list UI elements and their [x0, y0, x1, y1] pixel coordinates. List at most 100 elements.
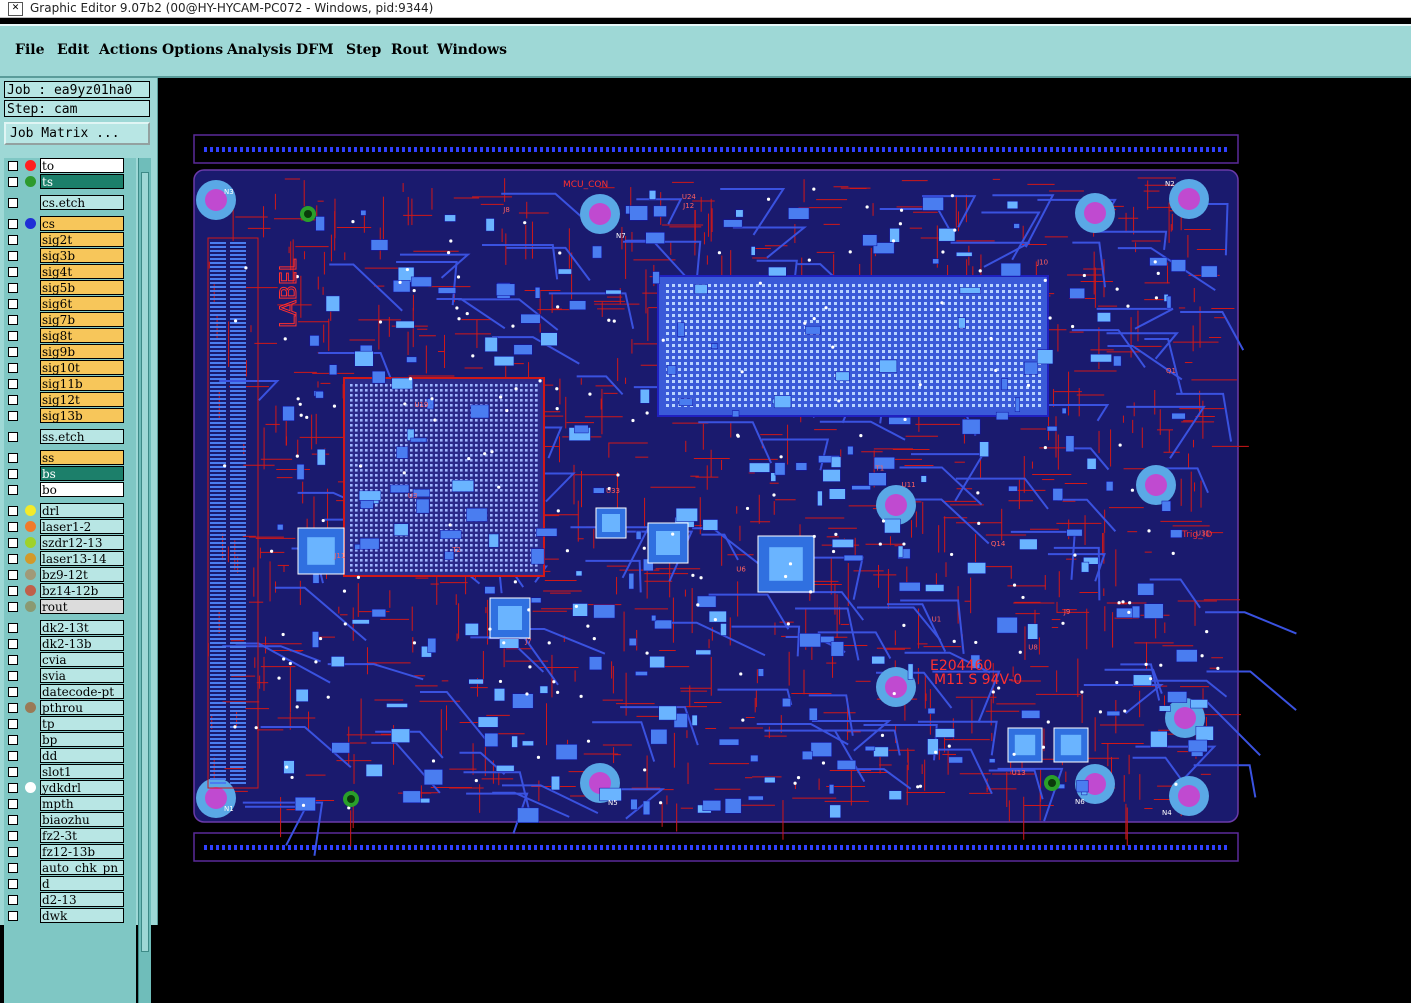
- layer-row-dk2-13b[interactable]: dk2-13b: [4, 636, 136, 652]
- layer-row-laser13-14[interactable]: laser13-14: [4, 551, 136, 567]
- job-matrix-button[interactable]: Job Matrix ...: [4, 122, 150, 145]
- layer-checkbox[interactable]: [8, 379, 18, 389]
- layer-row-sig8t[interactable]: sig8t: [4, 328, 136, 344]
- layer-checkbox[interactable]: [8, 395, 18, 405]
- layer-checkbox[interactable]: [8, 783, 18, 793]
- layer-row-sig5b[interactable]: sig5b: [4, 280, 136, 296]
- layer-name[interactable]: dk2-13t: [40, 620, 124, 635]
- menu-actions[interactable]: Actions: [99, 42, 158, 58]
- layer-checkbox[interactable]: [8, 235, 18, 245]
- layer-row-ss[interactable]: ss: [4, 450, 136, 466]
- layer-row-datecode-pt[interactable]: datecode-pt: [4, 684, 136, 700]
- layer-name[interactable]: svia: [40, 668, 124, 683]
- layer-name[interactable]: slot1: [40, 764, 124, 779]
- layer-name[interactable]: szdr12-13: [40, 535, 124, 550]
- layer-checkbox[interactable]: [8, 799, 18, 809]
- layer-checkbox[interactable]: [8, 719, 18, 729]
- layer-name[interactable]: sig7b: [40, 312, 124, 327]
- layer-row-biaozhu[interactable]: biaozhu: [4, 812, 136, 828]
- layer-row-bz14-12b[interactable]: bz14-12b: [4, 583, 136, 599]
- layer-row-sig10t[interactable]: sig10t: [4, 360, 136, 376]
- layer-checkbox[interactable]: [8, 879, 18, 889]
- layer-checkbox[interactable]: [8, 586, 18, 596]
- layer-name[interactable]: bs: [40, 466, 124, 481]
- menu-analysis[interactable]: Analysis: [227, 42, 292, 58]
- layer-checkbox[interactable]: [8, 911, 18, 921]
- layer-checkbox[interactable]: [8, 331, 18, 341]
- layer-checkbox[interactable]: [8, 895, 18, 905]
- layer-name[interactable]: sig11b: [40, 376, 124, 391]
- layer-row-cs-etch[interactable]: cs.etch: [4, 195, 136, 211]
- layer-row-d[interactable]: d: [4, 876, 136, 892]
- layer-row-fz12-13b[interactable]: fz12-13b: [4, 844, 136, 860]
- layer-name[interactable]: sig6t: [40, 296, 124, 311]
- layer-row-fz2-3t[interactable]: fz2-3t: [4, 828, 136, 844]
- layer-checkbox[interactable]: [8, 570, 18, 580]
- layer-row-bo[interactable]: bo: [4, 482, 136, 498]
- layer-name[interactable]: sig2t: [40, 232, 124, 247]
- layer-checkbox[interactable]: [8, 198, 18, 208]
- layer-name[interactable]: ss: [40, 450, 124, 465]
- graphic-canvas[interactable]: LABELE204460M11 S 94V-0MCU_CONTrig_ION1N…: [158, 78, 1411, 925]
- layer-checkbox[interactable]: [8, 347, 18, 357]
- layer-name[interactable]: dd: [40, 748, 124, 763]
- layer-row-laser1-2[interactable]: laser1-2: [4, 519, 136, 535]
- layer-checkbox[interactable]: [8, 267, 18, 277]
- layer-checkbox[interactable]: [8, 315, 18, 325]
- layer-checkbox[interactable]: [8, 363, 18, 373]
- layer-checkbox[interactable]: [8, 506, 18, 516]
- layer-name[interactable]: sig9b: [40, 344, 124, 359]
- layer-row-dd[interactable]: dd: [4, 748, 136, 764]
- layer-name[interactable]: fz2-3t: [40, 828, 124, 843]
- layer-row-drl[interactable]: drl: [4, 503, 136, 519]
- layer-name[interactable]: cs: [40, 216, 124, 231]
- layer-name[interactable]: sig10t: [40, 360, 124, 375]
- layer-name[interactable]: sig3b: [40, 248, 124, 263]
- layer-row-to[interactable]: to: [4, 158, 136, 174]
- layer-name[interactable]: cs.etch: [40, 195, 124, 210]
- layer-checkbox[interactable]: [8, 655, 18, 665]
- layer-row-sig7b[interactable]: sig7b: [4, 312, 136, 328]
- menu-rout[interactable]: Rout: [391, 42, 429, 58]
- layer-name[interactable]: pthrou: [40, 700, 124, 715]
- layer-name[interactable]: ss.etch: [40, 429, 124, 444]
- layer-name[interactable]: auto_chk_pn: [40, 860, 124, 875]
- layer-name[interactable]: datecode-pt: [40, 684, 124, 699]
- layer-checkbox[interactable]: [8, 703, 18, 713]
- layer-checkbox[interactable]: [8, 815, 18, 825]
- layer-row-sig13b[interactable]: sig13b: [4, 408, 136, 424]
- menu-file[interactable]: File: [15, 42, 44, 58]
- layer-name[interactable]: bz9-12t: [40, 567, 124, 582]
- layer-name[interactable]: sig8t: [40, 328, 124, 343]
- layer-checkbox[interactable]: [8, 623, 18, 633]
- layer-name[interactable]: bo: [40, 482, 124, 497]
- layer-name[interactable]: laser1-2: [40, 519, 124, 534]
- layer-name[interactable]: sig4t: [40, 264, 124, 279]
- menu-edit[interactable]: Edit: [57, 42, 89, 58]
- layer-row-sig2t[interactable]: sig2t: [4, 232, 136, 248]
- pcb-drawing[interactable]: LABELE204460M11 S 94V-0MCU_CONTrig_ION1N…: [158, 78, 1411, 925]
- layer-row-bz9-12t[interactable]: bz9-12t: [4, 567, 136, 583]
- layer-name[interactable]: bz14-12b: [40, 583, 124, 598]
- layer-checkbox[interactable]: [8, 177, 18, 187]
- layer-checkbox[interactable]: [8, 411, 18, 421]
- layer-row-svia[interactable]: svia: [4, 668, 136, 684]
- layer-checkbox[interactable]: [8, 767, 18, 777]
- layer-checkbox[interactable]: [8, 863, 18, 873]
- layer-name[interactable]: dwk: [40, 908, 124, 923]
- layer-checkbox[interactable]: [8, 283, 18, 293]
- layer-name[interactable]: d: [40, 876, 124, 891]
- layer-name[interactable]: ydkdrl: [40, 780, 124, 795]
- layer-checkbox[interactable]: [8, 161, 18, 171]
- menu-windows[interactable]: Windows: [437, 42, 507, 58]
- layer-checkbox[interactable]: [8, 299, 18, 309]
- layer-name[interactable]: biaozhu: [40, 812, 124, 827]
- layer-row-sig9b[interactable]: sig9b: [4, 344, 136, 360]
- layer-row-auto-chk-pn[interactable]: auto_chk_pn: [4, 860, 136, 876]
- layer-checkbox[interactable]: [8, 735, 18, 745]
- layer-row-tp[interactable]: tp: [4, 716, 136, 732]
- layer-checkbox[interactable]: [8, 554, 18, 564]
- layer-checkbox[interactable]: [8, 671, 18, 681]
- layer-row-ss-etch[interactable]: ss.etch: [4, 429, 136, 445]
- scroll-thumb[interactable]: [141, 172, 149, 952]
